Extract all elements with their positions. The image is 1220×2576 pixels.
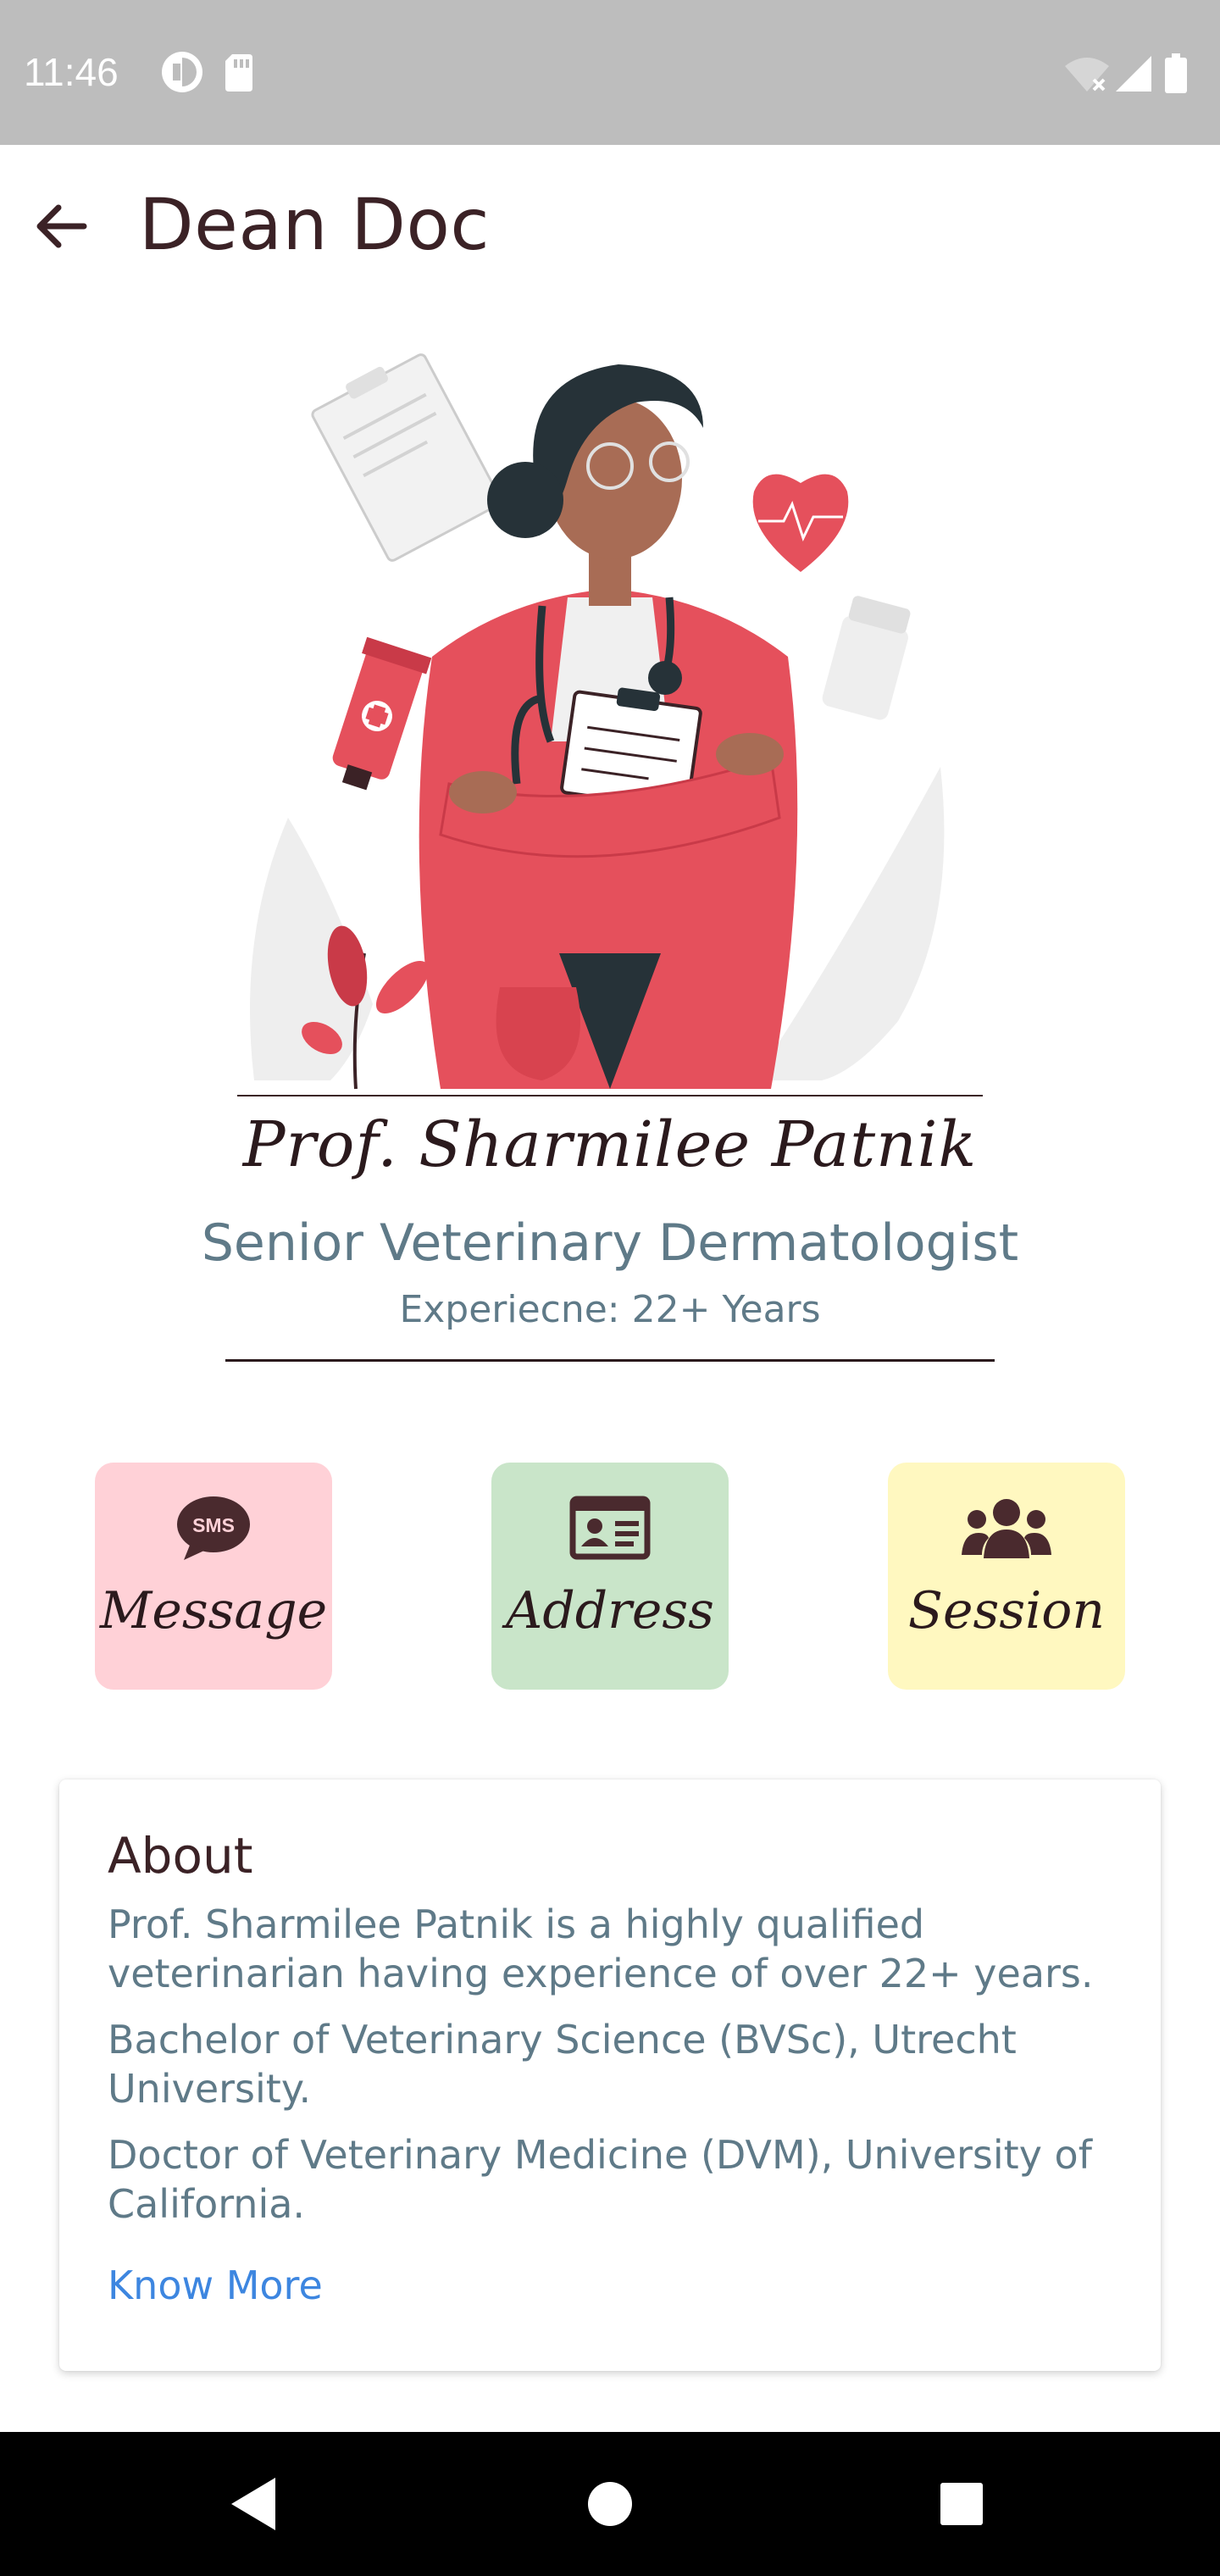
know-more-link[interactable]: Know More xyxy=(108,2262,323,2308)
session-button[interactable]: Session xyxy=(888,1463,1125,1690)
doctor-illustration xyxy=(229,343,991,1102)
back-button[interactable] xyxy=(25,192,95,261)
status-time: 11:46 xyxy=(24,50,119,94)
nav-back-button[interactable] xyxy=(216,2466,292,2542)
address-button[interactable]: Address xyxy=(491,1463,729,1690)
data-saver-icon xyxy=(162,52,202,92)
nav-back-icon xyxy=(231,2478,275,2530)
about-card: About Prof. Sharmilee Patnik is a highly… xyxy=(59,1779,1161,2371)
system-nav-bar xyxy=(0,2432,1220,2576)
message-label: Message xyxy=(99,1581,328,1641)
nav-home-icon xyxy=(588,2482,632,2526)
status-bar: 11:46 xyxy=(0,0,1220,145)
doctor-specialty: Senior Veterinary Dermatologist xyxy=(201,1213,1019,1273)
doctor-experience: Experiecne: 22+ Years xyxy=(399,1288,821,1331)
nav-recents-button[interactable] xyxy=(923,2466,1000,2542)
about-paragraph: Prof. Sharmilee Patnik is a highly quali… xyxy=(108,1901,1094,1996)
status-left-icons xyxy=(161,51,271,97)
about-heading: About xyxy=(108,1827,253,1885)
doctor-name: Prof. Sharmilee Patnik xyxy=(242,1108,978,1181)
users-icon xyxy=(888,1490,1125,1566)
about-paragraph: Bachelor of Veterinary Science (BVSc), U… xyxy=(108,2017,1017,2112)
sd-card-icon xyxy=(225,54,252,92)
message-button[interactable]: SMS Message xyxy=(95,1463,332,1690)
session-label: Session xyxy=(907,1581,1106,1641)
nav-home-button[interactable] xyxy=(572,2466,648,2542)
about-paragraph: Doctor of Veterinary Medicine (DVM), Uni… xyxy=(108,2132,1092,2227)
page-title: Dean Doc xyxy=(139,183,491,266)
arrow-back-icon xyxy=(36,204,87,248)
address-label: Address xyxy=(506,1581,714,1641)
nav-recents-icon xyxy=(940,2483,983,2525)
battery-icon xyxy=(1165,53,1187,93)
id-card-icon xyxy=(491,1490,729,1566)
status-right-icons xyxy=(1063,53,1199,98)
sms-icon: SMS xyxy=(95,1490,332,1566)
svg-text:SMS: SMS xyxy=(192,1514,235,1536)
wifi-off-icon xyxy=(1065,58,1109,92)
profile-divider xyxy=(225,1359,995,1362)
app-bar: Dean Doc xyxy=(0,145,1220,306)
signal-icon xyxy=(1116,56,1151,92)
